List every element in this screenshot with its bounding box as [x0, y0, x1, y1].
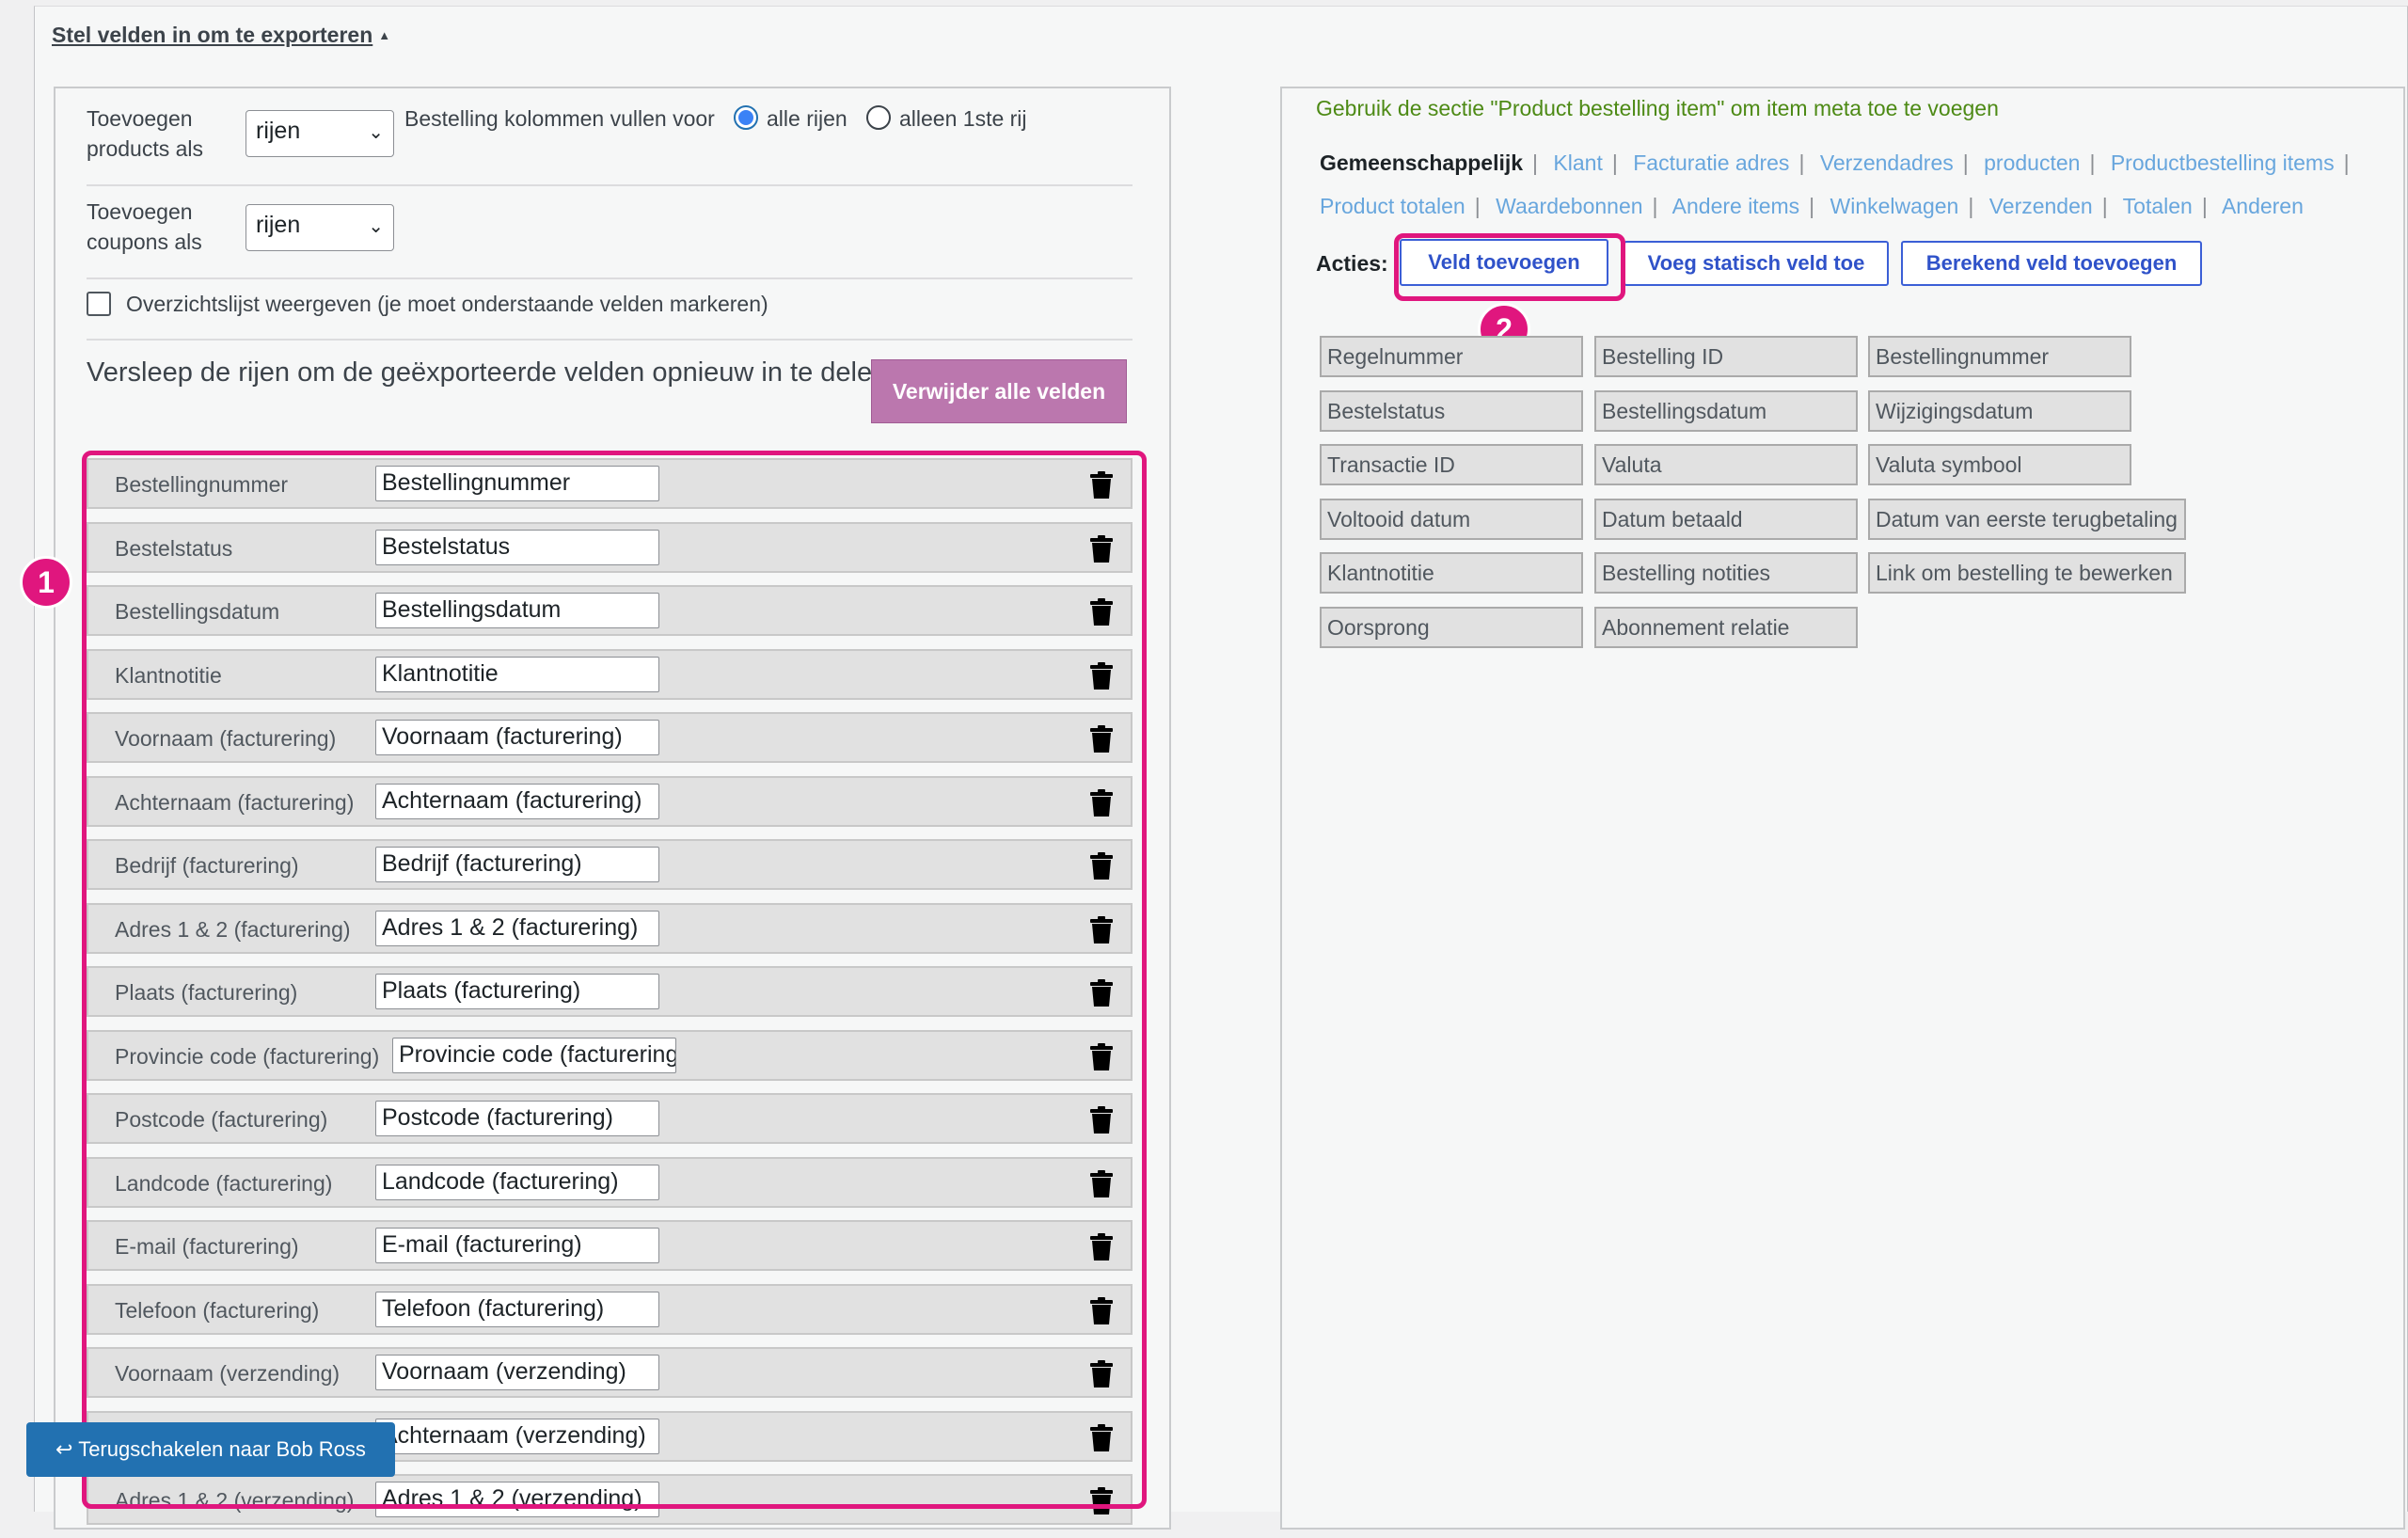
- available-field[interactable]: Bestellingnummer: [1868, 336, 2131, 377]
- tab-separator: |: [1968, 194, 1974, 218]
- actions-label: Acties:: [1316, 251, 1388, 276]
- available-field[interactable]: Bestelling ID: [1594, 336, 1858, 377]
- available-field[interactable]: Regelnummer: [1320, 336, 1583, 377]
- products-mode-select[interactable]: rijen ⌄: [246, 110, 394, 157]
- summary-checkbox-label: Overzichtslijst weergeven (je moet onder…: [126, 292, 768, 316]
- tab-separator: |: [2089, 151, 2096, 175]
- fill-columns-label: Bestelling kolommen vullen voor: [404, 106, 715, 131]
- available-field[interactable]: Abonnement relatie: [1594, 606, 1858, 648]
- add-static-field-button[interactable]: Voeg statisch veld toe: [1624, 241, 1889, 286]
- divider: [87, 339, 1133, 341]
- tab-klant[interactable]: Klant: [1553, 151, 1602, 175]
- available-field[interactable]: Wijzigingsdatum: [1868, 389, 2131, 432]
- tab-separator: |: [1809, 194, 1815, 218]
- tab-producten[interactable]: producten: [1984, 151, 2080, 175]
- delete-all-fields-button[interactable]: Verwijder alle velden: [871, 359, 1127, 423]
- tab-anderen[interactable]: Anderen: [2222, 194, 2304, 218]
- caret-up-icon: ▲: [378, 28, 391, 42]
- section-title: Stel velden in om te exporteren: [52, 23, 373, 47]
- summary-checkbox[interactable]: [87, 292, 111, 316]
- coupons-mode-label: Toevoegen coupons als: [87, 199, 202, 254]
- tab-separator: |: [1798, 151, 1805, 175]
- available-field[interactable]: Bestellingsdatum: [1594, 389, 1858, 432]
- tab-separator: |: [2343, 151, 2350, 175]
- available-field[interactable]: Bestelling notities: [1594, 552, 1858, 594]
- divider: [87, 277, 1133, 279]
- tab-winkelwagen[interactable]: Winkelwagen: [1830, 194, 1959, 218]
- tab-totalen[interactable]: Totalen: [2123, 194, 2193, 218]
- highlight-box-2: [1394, 233, 1625, 301]
- item-meta-hint: Gebruik de sectie "Product bestelling it…: [1316, 96, 1999, 120]
- field-category-tabs: Gemeenschappelijk | Klant | Facturatie adr…: [1320, 141, 2373, 228]
- tab-verzendadres[interactable]: Verzendadres: [1820, 151, 1954, 175]
- drag-instructions: Versleep de rijen om de geëxporteerde ve…: [87, 357, 888, 388]
- switch-back-button[interactable]: ↩ Terugschakelen naar Bob Ross: [26, 1422, 395, 1477]
- tab-waardebonnen[interactable]: Waardebonnen: [1496, 194, 1642, 218]
- section-toggle[interactable]: Stel velden in om te exporteren ▲: [52, 23, 390, 48]
- available-field[interactable]: Oorsprong: [1320, 606, 1583, 648]
- radio-first-row[interactable]: [866, 105, 891, 130]
- tab-separator: |: [1611, 151, 1618, 175]
- highlight-box-1: [82, 451, 1147, 1509]
- chevron-down-icon: ⌄: [368, 122, 384, 143]
- tab-separator: |: [2101, 194, 2108, 218]
- tab-product-totalen[interactable]: Product totalen: [1320, 194, 1465, 218]
- step-badge-1: 1: [20, 556, 72, 609]
- tab-gemeenschappelijk[interactable]: Gemeenschappelijk: [1320, 151, 1523, 175]
- tab-verzenden[interactable]: Verzenden: [1989, 194, 2093, 218]
- divider: [87, 184, 1133, 186]
- tab-separator: |: [1474, 194, 1481, 218]
- tab-productbestelling-items[interactable]: Productbestelling items: [2111, 151, 2335, 175]
- chevron-down-icon: ⌄: [368, 216, 384, 237]
- tab-andere-items[interactable]: Andere items: [1672, 194, 1800, 218]
- available-field[interactable]: Klantnotitie: [1320, 552, 1583, 594]
- available-field[interactable]: Datum betaald: [1594, 498, 1858, 540]
- tab-separator: |: [2201, 194, 2208, 218]
- available-field[interactable]: Link om bestelling te bewerken: [1868, 552, 2186, 594]
- available-field[interactable]: Valuta: [1594, 444, 1858, 485]
- coupons-mode-select[interactable]: rijen ⌄: [246, 204, 394, 251]
- tab-separator: |: [1652, 194, 1658, 218]
- available-field[interactable]: Transactie ID: [1320, 444, 1583, 485]
- available-fields-box: [1280, 87, 2405, 1530]
- radio-all-rows[interactable]: [734, 105, 758, 130]
- available-field[interactable]: Voltooid datum: [1320, 498, 1583, 540]
- products-mode-label: Toevoegen products als: [87, 106, 204, 161]
- available-field[interactable]: Valuta symbool: [1868, 444, 2131, 485]
- add-calculated-field-button[interactable]: Berekend veld toevoegen: [1901, 241, 2202, 286]
- tab-separator: |: [1532, 151, 1539, 175]
- radio-all-rows-label: alle rijen: [767, 106, 848, 131]
- tab-facturatie-adres[interactable]: Facturatie adres: [1633, 151, 1789, 175]
- available-field[interactable]: Datum van eerste terugbetaling: [1868, 498, 2186, 540]
- tab-separator: |: [1962, 151, 1969, 175]
- radio-first-row-label: alleen 1ste rij: [899, 106, 1027, 131]
- available-field[interactable]: Bestelstatus: [1320, 389, 1583, 432]
